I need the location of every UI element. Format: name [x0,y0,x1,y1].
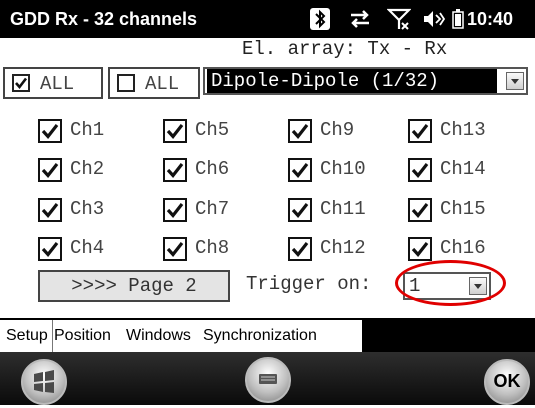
checkbox-box[interactable] [38,158,62,182]
array-mode-value: Dipole-Dipole (1/32) [207,69,497,93]
channel-label: Ch11 [320,198,366,220]
checkbox-box[interactable] [38,237,62,261]
checkbox-label: ALL [40,73,75,95]
channel-checkbox[interactable]: Ch16 [408,235,518,263]
checkbox-box[interactable] [163,158,187,182]
channel-checkbox[interactable]: Ch4 [38,235,148,263]
channel-checkbox[interactable]: Ch1 [38,117,148,145]
page-2-button[interactable]: >>>> Page 2 [38,270,230,302]
channel-label: Ch7 [195,198,230,220]
checkbox-label: ALL [145,73,180,95]
tab-windows[interactable]: Windows [122,320,195,352]
channel-checkbox[interactable]: Ch14 [408,156,518,184]
checkmark-icon [41,124,59,139]
checkbox-box[interactable] [163,237,187,261]
trigger-label: Trigger on: [246,273,372,295]
channel-checkbox[interactable]: Ch8 [163,235,273,263]
tab-setup[interactable]: Setup [2,320,53,352]
checkmark-icon [291,203,309,218]
no-signal-icon[interactable] [387,8,411,30]
channel-label: Ch6 [195,158,230,180]
channel-checkbox[interactable]: Ch5 [163,117,273,145]
checkmark-icon [166,163,184,178]
checkmark-icon [291,242,309,257]
checkmark-icon [15,77,28,90]
checkmark-icon [411,124,429,139]
array-mode-dropdown[interactable]: Dipole-Dipole (1/32) [203,67,528,95]
checkbox-box[interactable] [117,74,135,92]
channel-checkbox[interactable]: Ch10 [288,156,398,184]
channel-checkbox[interactable]: Ch9 [288,117,398,145]
channel-checkbox[interactable]: Ch12 [288,235,398,263]
channel-label: Ch15 [440,198,486,220]
channel-label: Ch12 [320,237,366,259]
deselect-all-checkbox[interactable]: ALL [108,67,200,99]
app-title: GDD Rx - 32 channels [10,9,198,29]
keyboard-button[interactable] [245,357,291,403]
checkmark-icon [41,242,59,257]
clock: 10:40 [467,9,514,29]
bluetooth-icon[interactable] [309,8,331,30]
select-all-checkbox[interactable]: ALL [3,67,103,99]
checkbox-box[interactable] [408,119,432,143]
channel-label: Ch13 [440,119,486,141]
channel-label: Ch3 [70,198,105,220]
checkmark-icon [291,163,309,178]
checkmark-icon [411,163,429,178]
channel-label: Ch1 [70,119,105,141]
highlight-circle [395,260,506,306]
checkbox-box[interactable] [288,237,312,261]
checkmark-icon [41,203,59,218]
channel-checkbox[interactable]: Ch7 [163,196,273,224]
data-sync-icon[interactable] [347,8,373,30]
start-button[interactable] [21,359,67,405]
checkbox-box[interactable] [163,119,187,143]
checkmark-icon [291,124,309,139]
checkmark-icon [166,242,184,257]
checkbox-box[interactable] [288,119,312,143]
channel-label: Ch14 [440,158,486,180]
tab-synchronization[interactable]: Synchronization [199,320,321,352]
channel-checkbox[interactable]: Ch6 [163,156,273,184]
channel-label: Ch8 [195,237,230,259]
channel-label: Ch2 [70,158,105,180]
checkbox-box[interactable] [38,119,62,143]
tab-position[interactable]: Position [50,320,115,352]
channel-checkbox[interactable]: Ch3 [38,196,148,224]
checkbox-box[interactable] [288,158,312,182]
keyboard-icon [259,374,277,384]
windows-start-icon [34,370,54,393]
speaker-icon[interactable] [422,8,446,30]
channel-label: Ch9 [320,119,355,141]
ok-label: OK [493,371,521,391]
checkmark-icon [166,124,184,139]
checkbox-box[interactable] [38,198,62,222]
checkmark-icon [411,242,429,257]
checkbox-box[interactable] [163,198,187,222]
channel-checkbox[interactable]: Ch15 [408,196,518,224]
channel-checkbox[interactable]: Ch13 [408,117,518,145]
checkmark-icon [166,203,184,218]
checkbox-box[interactable] [408,237,432,261]
checkbox-box[interactable] [408,198,432,222]
channel-label: Ch4 [70,237,105,259]
battery-icon[interactable] [452,8,464,30]
channel-label: Ch5 [195,119,230,141]
checkmark-icon [411,203,429,218]
channel-checkbox[interactable]: Ch11 [288,196,398,224]
channel-label: Ch16 [440,237,486,259]
ok-button[interactable]: OK [484,359,530,405]
channel-label: Ch10 [320,158,366,180]
checkbox-box[interactable] [288,198,312,222]
electrode-array-label: El. array: Tx - Rx [242,38,448,60]
checkbox-box[interactable] [408,158,432,182]
channel-checkbox[interactable]: Ch2 [38,156,148,184]
chevron-down-icon[interactable] [506,72,524,90]
checkmark-icon [41,163,59,178]
checkbox-box[interactable] [12,74,30,92]
